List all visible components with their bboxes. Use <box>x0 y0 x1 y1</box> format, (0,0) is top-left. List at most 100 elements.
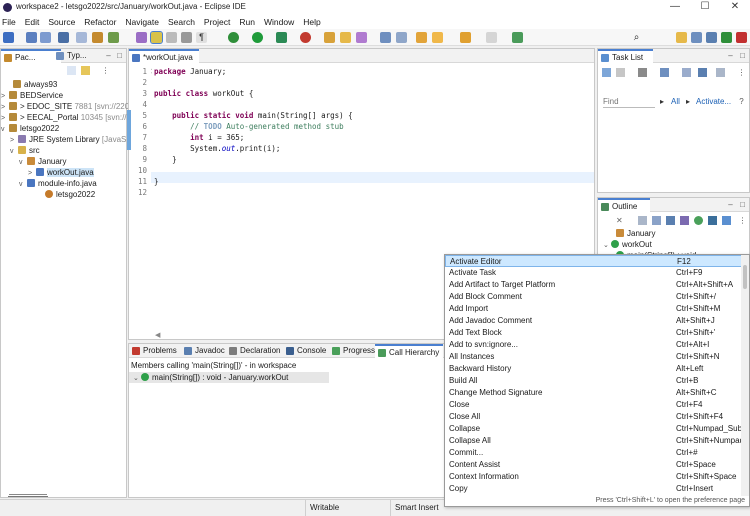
tab-call-hierarchy[interactable]: Call Hierarchy <box>375 344 443 358</box>
tab-declaration[interactable]: Declaration <box>226 344 283 358</box>
menu-source[interactable]: Source <box>48 17 75 27</box>
view-menu-icon[interactable]: ⋮ <box>738 216 747 225</box>
prev-annotation-icon[interactable] <box>396 32 407 43</box>
java-browsing-icon[interactable] <box>706 32 717 43</box>
toggle-mark-occurrences-icon[interactable] <box>136 32 147 43</box>
minimize-view-icon[interactable]: – <box>726 200 735 209</box>
key-assist-row[interactable]: Add Artifact to Target Platform Ctrl+Alt+… <box>445 279 742 291</box>
sort-icon[interactable] <box>652 216 661 225</box>
key-assist-row[interactable]: Change Method Signature Alt+Shift+C <box>445 387 742 399</box>
task-find-input[interactable] <box>603 96 655 108</box>
code-line-8[interactable]: System.out.print(i); <box>154 143 280 154</box>
view-menu-icon[interactable]: ⋮ <box>101 66 110 75</box>
maximize-button[interactable]: ☐ <box>690 0 720 15</box>
activate-arrow-icon[interactable]: ▸ <box>686 97 690 106</box>
next-annotation-icon[interactable] <box>380 32 391 43</box>
key-assist-row[interactable]: Collapse AllCtrl+Shift+Numpad_Divide <box>445 435 742 447</box>
hide-nonpublic-icon[interactable] <box>694 216 703 225</box>
debug-perspective-icon[interactable] <box>721 32 732 43</box>
external-tools-icon[interactable] <box>300 32 311 43</box>
hide-completed-icon[interactable] <box>716 68 725 77</box>
tab-outline[interactable]: Outline ✕ <box>598 198 650 225</box>
hide-local-types-icon[interactable] <box>708 216 717 225</box>
code-line-7[interactable]: int i = 365; <box>154 132 244 143</box>
maximize-view-icon[interactable]: □ <box>115 51 124 60</box>
key-assist-row[interactable]: Add Import Ctrl+Shift+M <box>445 303 742 315</box>
categorize-icon[interactable] <box>616 68 625 77</box>
key-assist-row[interactable]: Build All Ctrl+B <box>445 375 742 387</box>
code-line-9[interactable]: } <box>154 154 177 165</box>
run-icon[interactable] <box>252 32 263 43</box>
minimize-view-icon[interactable]: – <box>104 51 113 60</box>
key-assist-row[interactable]: Context Information Ctrl+Shift+Space <box>445 471 742 483</box>
link-icon[interactable] <box>698 68 707 77</box>
skip-breakpoints-icon[interactable] <box>76 32 87 43</box>
close-window-button[interactable]: ✕ <box>720 0 750 15</box>
close-tab-icon[interactable]: ✕ <box>616 216 623 225</box>
block-selection-icon[interactable] <box>181 32 192 43</box>
tree-item-src[interactable]: v src <box>10 145 40 156</box>
menu-search[interactable]: Search <box>168 17 195 27</box>
tab-task-list[interactable]: Task List ✕ <box>598 49 653 76</box>
new-task-icon[interactable] <box>602 68 611 77</box>
maximize-view-icon[interactable]: □ <box>738 200 747 209</box>
code-line-3[interactable]: public class workOut { <box>154 88 253 99</box>
tree-item-jre-library[interactable]: > JRE System Library [JavaSE- <box>10 134 134 145</box>
tab-problems[interactable]: Problems <box>129 344 181 358</box>
open-folder-icon[interactable] <box>340 32 351 43</box>
show-whitespace-icon[interactable] <box>166 32 177 43</box>
pin-editor-icon[interactable] <box>512 32 523 43</box>
tab-type-hierarchy[interactable]: Typ... <box>53 49 103 63</box>
key-assist-row[interactable]: Add Block Comment Ctrl+Shift+/ <box>445 291 742 303</box>
pilcrow-icon[interactable]: ¶ <box>196 32 207 43</box>
activate-link[interactable]: Activate... <box>696 97 731 106</box>
outline-item-package[interactable]: January <box>616 228 655 239</box>
tree-item-january[interactable]: v January <box>19 156 66 167</box>
link-with-editor-icon[interactable] <box>81 66 90 75</box>
git-perspective-icon[interactable] <box>736 32 747 43</box>
tree-item-eecal-portal[interactable]: > > EECAL_Portal 10345 [svn://2 <box>1 112 131 123</box>
code-line-5[interactable]: public static void main(String[] args) { <box>154 110 353 121</box>
tab-progress[interactable]: Progress <box>329 344 375 358</box>
search-icon[interactable]: ⌕ <box>631 32 642 43</box>
key-assist-row[interactable]: Copy Ctrl+Insert <box>445 483 742 495</box>
last-edit-icon[interactable] <box>416 32 427 43</box>
focus-icon[interactable] <box>660 68 669 77</box>
save-all-icon[interactable] <box>40 32 51 43</box>
tab-console[interactable]: Console <box>283 344 329 358</box>
key-assist-row[interactable]: All Instances Ctrl+Shift+N <box>445 351 742 363</box>
new-java-project-icon[interactable] <box>92 32 103 43</box>
toggle-highlight-icon[interactable] <box>150 31 163 44</box>
minimize-view-icon[interactable]: – <box>726 51 735 60</box>
java-perspective-icon[interactable] <box>691 32 702 43</box>
sync-icon[interactable] <box>638 68 647 77</box>
hide-fields-icon[interactable] <box>666 216 675 225</box>
menu-project[interactable]: Project <box>204 17 230 27</box>
coverage-icon[interactable] <box>276 32 287 43</box>
view-menu-icon[interactable]: ⋮ <box>737 68 746 77</box>
outline-item-class[interactable]: ⌄ workOut <box>603 239 652 250</box>
horizontal-scroll-indicator[interactable] <box>9 494 47 495</box>
link-with-editor-icon[interactable] <box>722 216 731 225</box>
menu-help[interactable]: Help <box>303 17 320 27</box>
terminal-icon[interactable] <box>58 32 69 43</box>
key-assist-row[interactable]: Activate Task Ctrl+F9 <box>445 267 742 279</box>
new-icon[interactable] <box>3 32 14 43</box>
debug-icon[interactable] <box>228 32 239 43</box>
key-assist-row[interactable]: Backward History Alt+Left <box>445 363 742 375</box>
tree-item-edoc-site[interactable]: > > EDOC_SITE 7881 [svn://220 <box>1 101 129 112</box>
tree-item-bedservice[interactable]: > BEDService <box>1 90 63 101</box>
open-type-icon[interactable] <box>324 32 335 43</box>
tree-item-letsgo2022[interactable]: v letsgo2022 <box>1 123 59 134</box>
key-assist-row[interactable]: Commit... Ctrl+# <box>445 447 742 459</box>
key-assist-row[interactable]: Activate Editor F12 <box>445 255 742 267</box>
key-assist-scrollbar[interactable] <box>741 255 749 498</box>
menu-refactor[interactable]: Refactor <box>84 17 116 27</box>
tree-item-module-info[interactable]: v module-info.java <box>19 178 97 189</box>
tree-item-workout-java[interactable]: > workOut.java <box>28 167 94 178</box>
filter-arrow-icon[interactable]: ▸ <box>660 97 664 106</box>
collapse-all-icon[interactable] <box>638 216 647 225</box>
status-insert-mode[interactable]: Smart Insert <box>390 500 445 516</box>
back-icon[interactable] <box>432 32 443 43</box>
tree-item-module-letsgo2022[interactable]: letsgo2022 <box>37 189 95 200</box>
